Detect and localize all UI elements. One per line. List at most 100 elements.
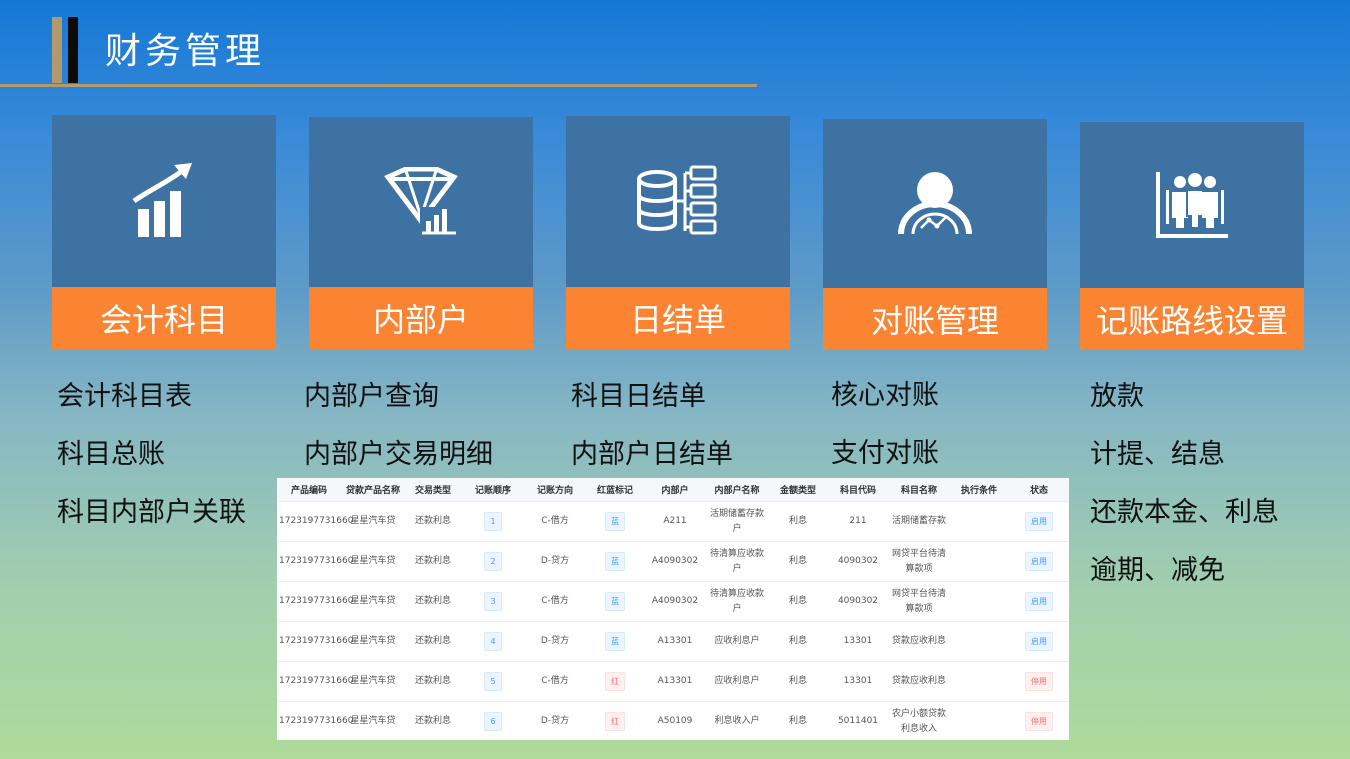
- table-cell-mark: 蓝: [585, 541, 645, 582]
- table-cell-condition: [949, 701, 1009, 740]
- table-cell-amount-type: 利息: [769, 661, 827, 702]
- card-label: 记账路线设置: [1080, 288, 1304, 350]
- column-header[interactable]: 科目代码: [827, 478, 889, 502]
- mark-badge: 蓝: [605, 592, 625, 611]
- table-row[interactable]: 1723197731660 星星汽车贷 还款利息 5 C-借方 红 A13301 应收利息户利…: [277, 661, 1069, 702]
- list-item[interactable]: 科目总账: [57, 437, 246, 495]
- table-cell-condition: [949, 501, 1009, 542]
- column-header[interactable]: 执行条件: [949, 478, 1009, 502]
- list-item[interactable]: 核心对账: [831, 378, 939, 436]
- order-badge: 2: [484, 552, 502, 571]
- card-icon-area: [52, 115, 276, 287]
- list-item[interactable]: 逾期、减免: [1090, 553, 1279, 611]
- column-header[interactable]: 红蓝标记: [585, 478, 645, 502]
- list-item[interactable]: 内部户查询: [304, 379, 493, 437]
- table-cell-subject-code: 211: [827, 501, 889, 542]
- table-cell-direction: D-贷方: [525, 701, 585, 740]
- table-cell-order: 3: [461, 581, 525, 622]
- column-header[interactable]: 产品编码: [277, 478, 341, 502]
- table-header-row: 产品编码 贷款产品名称 交易类型 记账顺序 记账方向 红蓝标记 内部户 内部户名…: [277, 478, 1069, 502]
- posting-route-table: 产品编码 贷款产品名称 交易类型 记账顺序 记账方向 红蓝标记 内部户 内部户名…: [277, 478, 1069, 740]
- table-cell-code: 1723197731660: [277, 541, 353, 582]
- table-cell-mark: 蓝: [585, 621, 645, 662]
- list-reconciliation: 核心对账 支付对账: [831, 378, 939, 494]
- table-cell-direction: C-借方: [525, 581, 585, 622]
- order-badge: 4: [484, 632, 502, 651]
- table-row[interactable]: 1723197731660 星星汽车贷 还款利息 2 D-贷方 蓝 A4090302 待清算应…: [277, 541, 1069, 582]
- table-cell-amount-type: 利息: [769, 701, 827, 740]
- table-cell-product: 星星汽车贷: [341, 541, 405, 582]
- table-cell-status: 停用: [1009, 701, 1069, 740]
- table-cell-trade: 还款利息: [405, 581, 461, 622]
- column-header[interactable]: 金额类型: [769, 478, 827, 502]
- table-cell-account: A211: [645, 501, 705, 542]
- card-posting-route[interactable]: 记账路线设置: [1080, 122, 1304, 350]
- table-row[interactable]: 1723197731660 星星汽车贷 还款利息 3 C-借方 蓝 A4090302 待清算应…: [277, 581, 1069, 622]
- table-cell-trade: 还款利息: [405, 501, 461, 542]
- table-cell-subject-name: 贷款应收利息: [889, 621, 949, 662]
- table-cell-subject-code: 13301: [827, 621, 889, 662]
- list-item[interactable]: 科目内部户关联: [57, 495, 246, 553]
- column-header[interactable]: 记账顺序: [461, 478, 525, 502]
- list-item[interactable]: 还款本金、利息: [1090, 495, 1279, 553]
- title-underline: [0, 84, 757, 87]
- table-cell-account: A4090302: [645, 581, 705, 622]
- table-cell-account-name: 应收利息户: [705, 621, 769, 662]
- table-cell-trade: 还款利息: [405, 541, 461, 582]
- table-cell-direction: D-贷方: [525, 541, 585, 582]
- table-cell-trade: 还款利息: [405, 701, 461, 740]
- column-header[interactable]: 记账方向: [525, 478, 585, 502]
- list-item[interactable]: 计提、结息: [1090, 437, 1279, 495]
- card-internal-accounts[interactable]: 内部户: [309, 117, 533, 349]
- card-icon-area: [823, 119, 1047, 288]
- column-header[interactable]: 状态: [1009, 478, 1069, 502]
- list-posting-route: 放款 计提、结息 还款本金、利息 逾期、减免: [1090, 379, 1279, 611]
- table-cell-status: 启用: [1009, 621, 1069, 662]
- card-icon-area: [566, 116, 790, 287]
- column-header[interactable]: 贷款产品名称: [341, 478, 405, 502]
- table-cell-subject-code: 4090302: [827, 581, 889, 622]
- table-cell-code: 1723197731660: [277, 701, 353, 740]
- growth-chart-icon: [132, 161, 196, 241]
- card-accounting-subjects[interactable]: 会计科目: [52, 115, 276, 349]
- column-header[interactable]: 内部户: [645, 478, 705, 502]
- mark-badge: 蓝: [605, 512, 625, 531]
- column-header[interactable]: 内部户名称: [705, 478, 769, 502]
- list-item[interactable]: 放款: [1090, 379, 1279, 437]
- table-cell-trade: 还款利息: [405, 661, 461, 702]
- table-cell-subject-name: 农户小额贷款利息收入: [889, 701, 949, 740]
- person-gauge-icon: [897, 170, 973, 238]
- mark-badge: 红: [605, 672, 625, 691]
- table-cell-subject-name: 网贷平台待清算款项: [889, 541, 949, 582]
- table-cell-subject-name: 网贷平台待清算款项: [889, 581, 949, 622]
- table-cell-code: 1723197731660: [277, 501, 353, 542]
- table-cell-condition: [949, 541, 1009, 582]
- card-reconciliation[interactable]: 对账管理: [823, 119, 1047, 350]
- diamond-chart-icon: [384, 167, 458, 237]
- mark-badge: 红: [605, 712, 625, 731]
- table-cell-status: 启用: [1009, 541, 1069, 582]
- list-item[interactable]: 科目日结单: [571, 379, 733, 437]
- table-row[interactable]: 1723197731660 星星汽车贷 还款利息 4 D-贷方 蓝 A13301 应收利息户利…: [277, 621, 1069, 662]
- status-badge: 启用: [1025, 632, 1053, 651]
- status-badge: 停用: [1025, 672, 1053, 691]
- table-cell-subject-name: 活期储蓄存款: [889, 501, 949, 542]
- table-cell-code: 1723197731660: [277, 661, 353, 702]
- table-row[interactable]: 1723197731660 星星汽车贷 还款利息 6 D-贷方 红 A50109 利息收入户利…: [277, 701, 1069, 740]
- title-bar: 财务管理: [0, 0, 760, 90]
- table-row[interactable]: 1723197731660 星星汽车贷 还款利息 1 C-借方 蓝 A211 活期储蓄存款户利…: [277, 501, 1069, 542]
- table-cell-amount-type: 利息: [769, 581, 827, 622]
- mark-badge: 蓝: [605, 632, 625, 651]
- table-cell-account-name: 活期储蓄存款户: [705, 501, 769, 542]
- column-header[interactable]: 交易类型: [405, 478, 461, 502]
- list-item[interactable]: 会计科目表: [57, 379, 246, 437]
- card-daily-statement[interactable]: 日结单: [566, 116, 790, 349]
- column-header[interactable]: 科目名称: [889, 478, 949, 502]
- card-label: 会计科目: [52, 287, 276, 349]
- card-label: 对账管理: [823, 288, 1047, 350]
- order-badge: 6: [484, 712, 502, 731]
- database-list-icon: [637, 165, 719, 239]
- table-cell-account-name: 待清算应收款户: [705, 541, 769, 582]
- status-badge: 启用: [1025, 512, 1053, 531]
- table-cell-code: 1723197731660: [277, 621, 353, 662]
